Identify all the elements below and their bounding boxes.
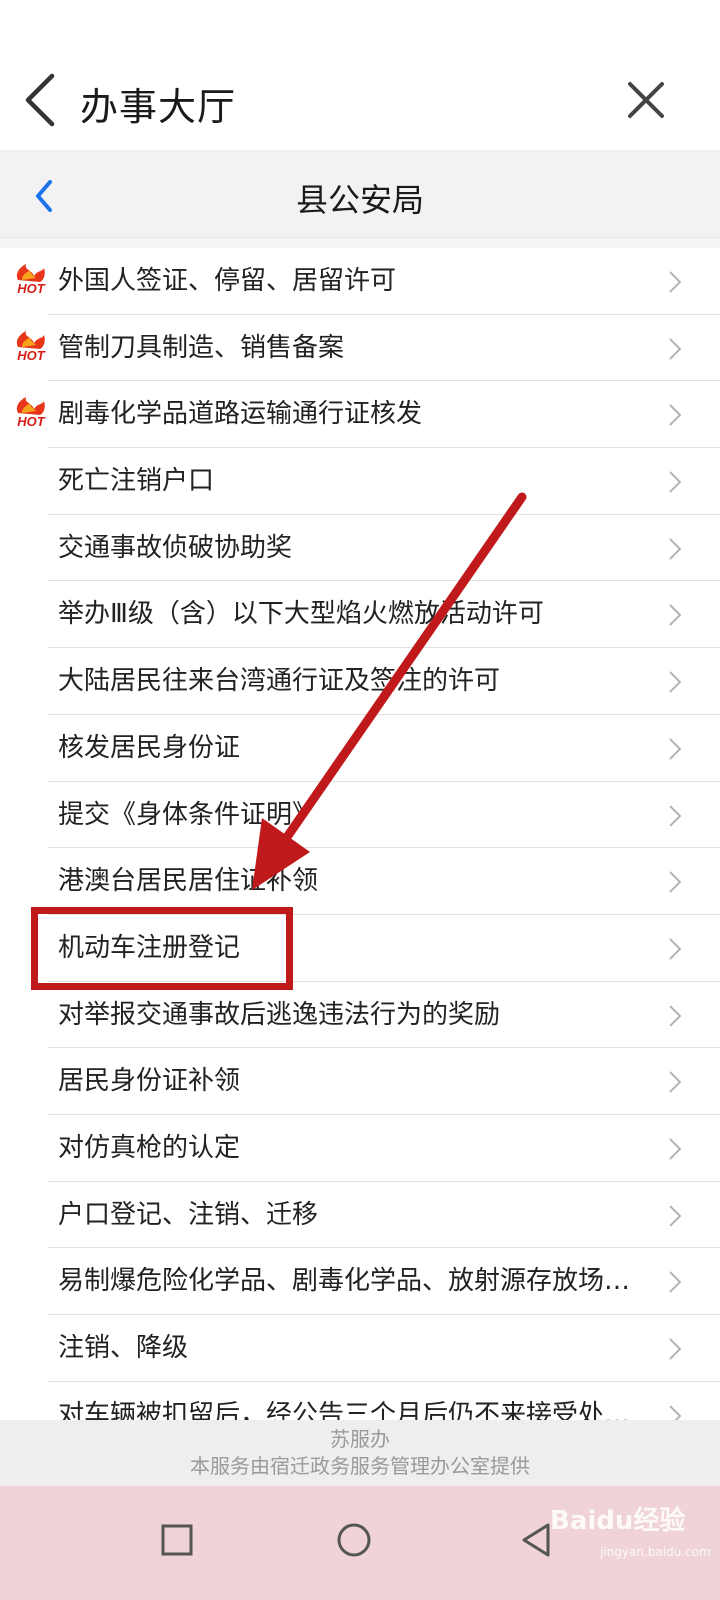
chevron-right-icon xyxy=(669,1204,682,1227)
close-icon[interactable] xyxy=(624,78,668,122)
svg-text:HOT: HOT xyxy=(17,348,46,363)
chevron-right-icon xyxy=(669,1271,682,1294)
chevron-right-icon xyxy=(669,1071,682,1093)
chevron-right-icon xyxy=(669,604,682,627)
list-item-label: 核发居民身份证 xyxy=(58,732,241,763)
list-item[interactable]: 易制爆危险化学品、剧毒化学品、放射源存放场… xyxy=(0,1248,720,1315)
list-item-label: 对仿真枪的认定 xyxy=(58,1132,241,1163)
chevron-right-icon xyxy=(669,738,682,760)
page-title: 办事大厅 xyxy=(80,85,237,129)
section-gap xyxy=(0,238,720,248)
list-item[interactable]: 注销、降级 xyxy=(0,1315,720,1382)
list-item-label: 易制爆危险化学品、剧毒化学品、放射源存放场… xyxy=(58,1266,631,1297)
svg-text:HOT: HOT xyxy=(17,281,46,296)
list-item[interactable]: 举办Ⅲ级（含）以下大型焰火燃放活动许可 xyxy=(0,581,720,649)
footer-note: 本服务由宿迁政务服务管理办公室提供 xyxy=(190,1454,530,1478)
chevron-right-icon xyxy=(669,538,682,560)
list-item[interactable]: 提交《身体条件证明》 xyxy=(0,782,720,849)
list-item[interactable]: 核发居民身份证 xyxy=(0,715,720,782)
list-item-label: 提交《身体条件证明》 xyxy=(58,799,319,830)
list-item[interactable]: 港澳台居民居住证补领 xyxy=(0,848,720,915)
footer-brand: 苏服办 xyxy=(330,1427,390,1451)
watermark-url: jingyan.baidu.com xyxy=(600,1545,711,1559)
home-icon[interactable] xyxy=(334,1520,374,1560)
list-item-label: 港澳台居民居住证补领 xyxy=(58,866,319,897)
chevron-right-icon xyxy=(669,804,682,827)
chevron-right-icon xyxy=(669,337,682,360)
list-item[interactable]: HOT 剧毒化学品道路运输通行证核发 xyxy=(0,381,720,449)
hot-badge-icon: HOT xyxy=(16,397,46,429)
list-item-label: 注销、降级 xyxy=(58,1333,189,1363)
back-arrow-icon[interactable] xyxy=(18,70,68,130)
chevron-right-icon xyxy=(669,1338,682,1360)
status-bar xyxy=(0,0,720,40)
list-item-label: 举办Ⅲ级（含）以下大型焰火燃放活动许可 xyxy=(58,599,544,630)
list-item[interactable]: 对举报交通事故后逃逸违法行为的奖励 xyxy=(0,982,720,1049)
list-item-label: 交通事故侦破协助奖 xyxy=(58,532,293,563)
department-header: 县公安局 xyxy=(0,150,720,238)
app-header: 办事大厅 xyxy=(0,40,720,150)
list-item[interactable]: 交通事故侦破协助奖 xyxy=(0,515,720,582)
hot-badge-icon: HOT xyxy=(16,330,46,363)
list-item-label: 剧毒化学品道路运输通行证核发 xyxy=(58,399,423,430)
list-item[interactable]: 死亡注销户口 xyxy=(0,448,720,515)
service-list: HOT 外国人签证、停留、居留许可 HOT 管制刀具制造、销售备案 HOT 剧毒化学品道路… xyxy=(0,248,720,1444)
annotation-highlight-box xyxy=(31,907,293,990)
footer: 苏服办 本服务由宿迁政务服务管理办公室提供 xyxy=(0,1420,720,1486)
list-item[interactable]: HOT 管制刀具制造、销售备案 xyxy=(0,315,720,382)
chevron-right-icon xyxy=(669,1138,682,1160)
recent-apps-icon[interactable] xyxy=(157,1520,197,1560)
chevron-right-icon xyxy=(669,404,682,427)
list-item-label: 居民身份证补领 xyxy=(58,1066,241,1097)
list-item[interactable]: HOT 外国人签证、停留、居留许可 xyxy=(0,248,720,315)
list-item-label: 管制刀具制造、销售备案 xyxy=(58,332,345,363)
list-item-label: 死亡注销户口 xyxy=(58,466,215,497)
chevron-right-icon xyxy=(669,1004,682,1027)
chevron-right-icon xyxy=(669,271,682,293)
list-item-label: 外国人签证、停留、居留许可 xyxy=(58,266,397,296)
list-item-label: 户口登记、注销、迁移 xyxy=(58,1199,319,1230)
watermark-logo: Baidu经验 xyxy=(550,1506,686,1536)
list-item[interactable]: 居民身份证补领 xyxy=(0,1048,720,1115)
list-item-label: 对举报交通事故后逃逸违法行为的奖励 xyxy=(58,999,501,1030)
hot-badge-icon: HOT xyxy=(16,264,46,296)
chevron-right-icon xyxy=(669,938,682,960)
list-item[interactable]: 户口登记、注销、迁移 xyxy=(0,1182,720,1249)
chevron-right-icon xyxy=(669,671,682,693)
svg-text:HOT: HOT xyxy=(17,414,46,429)
list-item-label: 大陆居民往来台湾通行证及签注的许可 xyxy=(58,666,501,697)
list-item[interactable]: 大陆居民往来台湾通行证及签注的许可 xyxy=(0,648,720,715)
chevron-right-icon xyxy=(669,871,682,893)
list-item[interactable]: 对仿真枪的认定 xyxy=(0,1115,720,1182)
chevron-right-icon xyxy=(669,471,682,493)
department-title: 县公安局 xyxy=(295,181,424,219)
